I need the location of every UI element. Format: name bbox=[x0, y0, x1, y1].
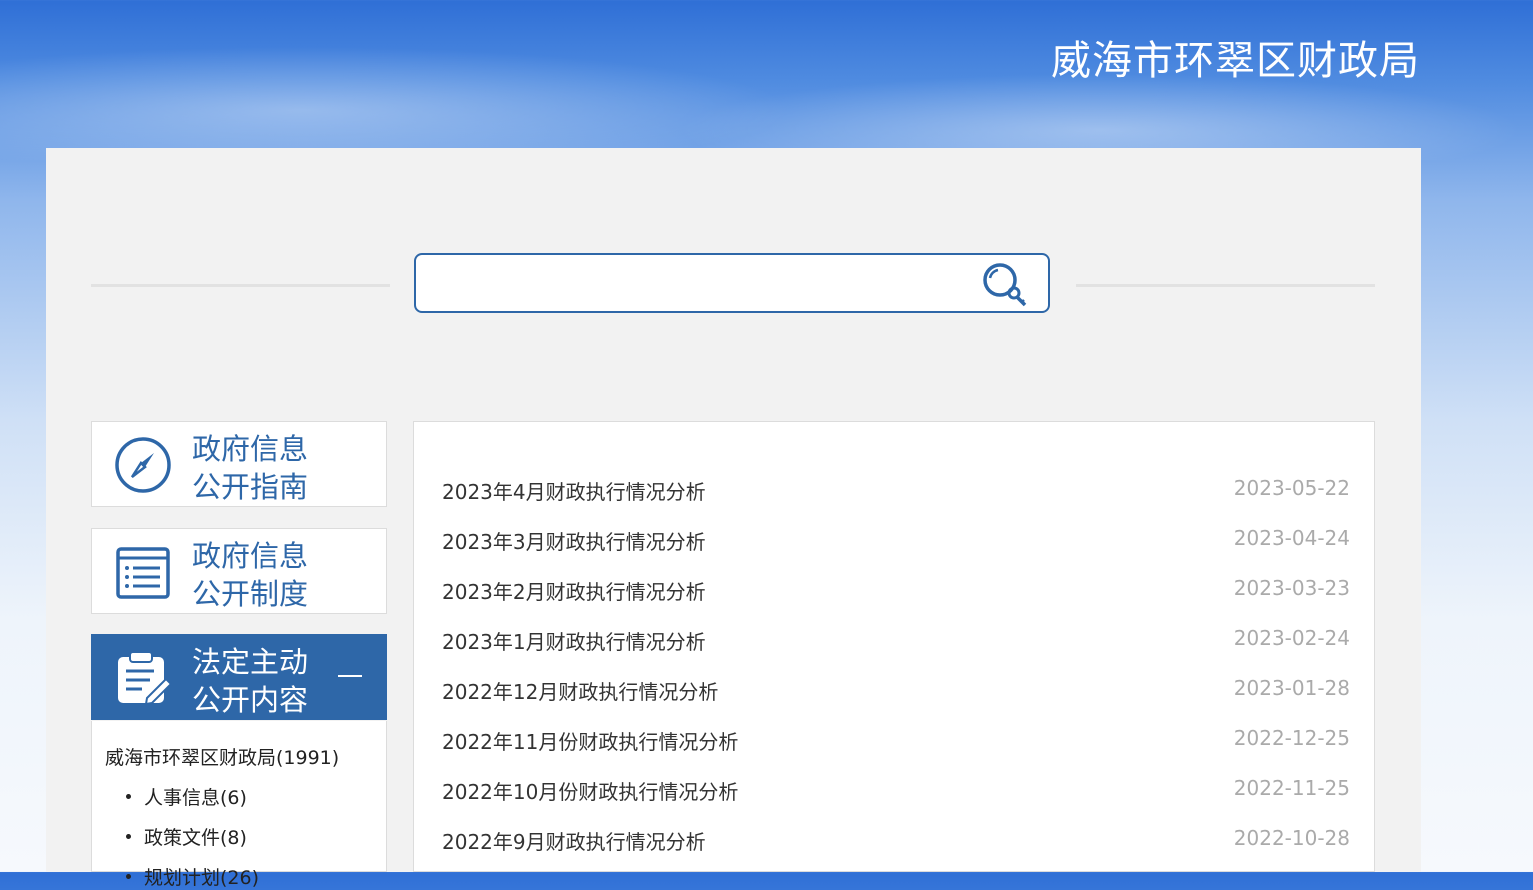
search-divider-left bbox=[91, 284, 390, 287]
compass-icon bbox=[115, 437, 171, 493]
list-item-title[interactable]: 2023年3月财政执行情况分析 bbox=[442, 526, 706, 555]
list-item-date: 2022-12-25 bbox=[1233, 726, 1350, 750]
list-item: 2023年4月财政执行情况分析 2023-05-22 bbox=[442, 476, 1350, 506]
list-item-title[interactable]: 2023年4月财政执行情况分析 bbox=[442, 476, 706, 505]
list-item-title[interactable]: 2022年9月财政执行情况分析 bbox=[442, 826, 706, 855]
list-item-title[interactable]: 2022年11月份财政执行情况分析 bbox=[442, 726, 738, 755]
list-item: 2023年2月财政执行情况分析 2023-03-23 bbox=[442, 576, 1350, 606]
sidebar-card-system[interactable]: 政府信息 公开制度 bbox=[91, 528, 387, 614]
tree-item[interactable]: 人事信息(6) bbox=[126, 783, 247, 810]
search-icon[interactable] bbox=[980, 259, 1032, 309]
tree-root[interactable]: 威海市环翠区财政局(1991) bbox=[105, 743, 339, 770]
list-item-date: 2022-11-25 bbox=[1233, 776, 1350, 800]
list-item: 2023年3月财政执行情况分析 2023-04-24 bbox=[442, 526, 1350, 556]
search-box bbox=[414, 253, 1050, 313]
list-item-title[interactable]: 2022年10月份财政执行情况分析 bbox=[442, 776, 738, 805]
list-item: 2022年12月财政执行情况分析 2023-01-28 bbox=[442, 676, 1350, 706]
search-divider-right bbox=[1076, 284, 1375, 287]
list-item-date: 2023-02-24 bbox=[1233, 626, 1350, 650]
category-tree: 威海市环翠区财政局(1991) 人事信息(6) 政策文件(8) 规划计划(26) bbox=[91, 721, 387, 889]
list-item-date: 2023-03-23 bbox=[1233, 576, 1350, 600]
sidebar-card-guide[interactable]: 政府信息 公开指南 bbox=[91, 421, 387, 507]
site-title: 威海市环翠区财政局 bbox=[1051, 38, 1420, 84]
list-item-date: 2023-04-24 bbox=[1233, 526, 1350, 550]
list-item-title[interactable]: 2022年12月财政执行情况分析 bbox=[442, 676, 718, 705]
list-item-date: 2023-01-28 bbox=[1233, 676, 1350, 700]
list-item-title[interactable]: 2023年2月财政执行情况分析 bbox=[442, 576, 706, 605]
collapse-icon[interactable] bbox=[338, 675, 362, 677]
list-item: 2023年1月财政执行情况分析 2023-02-24 bbox=[442, 626, 1350, 656]
search-input[interactable] bbox=[430, 263, 974, 305]
sidebar-card-label: 法定主动 公开内容 bbox=[192, 645, 309, 717]
list-item: 2022年9月财政执行情况分析 2022-10-28 bbox=[442, 826, 1350, 856]
tree-item[interactable]: 政策文件(8) bbox=[126, 823, 247, 850]
tree-item[interactable]: 规划计划(26) bbox=[125, 863, 259, 890]
list-item-date: 2023-05-22 bbox=[1233, 476, 1350, 500]
sidebar-card-active-content[interactable]: 法定主动 公开内容 bbox=[91, 634, 387, 720]
clipboard-edit-icon bbox=[118, 651, 172, 706]
list-document-icon bbox=[116, 547, 170, 599]
list-item-title[interactable]: 2023年1月财政执行情况分析 bbox=[442, 626, 706, 655]
sidebar-card-label: 政府信息 公开制度 bbox=[192, 539, 309, 611]
document-list: 2023年4月财政执行情况分析 2023-05-22 2023年3月财政执行情况… bbox=[413, 421, 1375, 872]
list-item: 2022年11月份财政执行情况分析 2022-12-25 bbox=[442, 726, 1350, 756]
sidebar-card-label: 政府信息 公开指南 bbox=[192, 432, 309, 504]
list-item: 2022年10月份财政执行情况分析 2022-11-25 bbox=[442, 776, 1350, 806]
list-item-date: 2022-10-28 bbox=[1233, 826, 1350, 850]
